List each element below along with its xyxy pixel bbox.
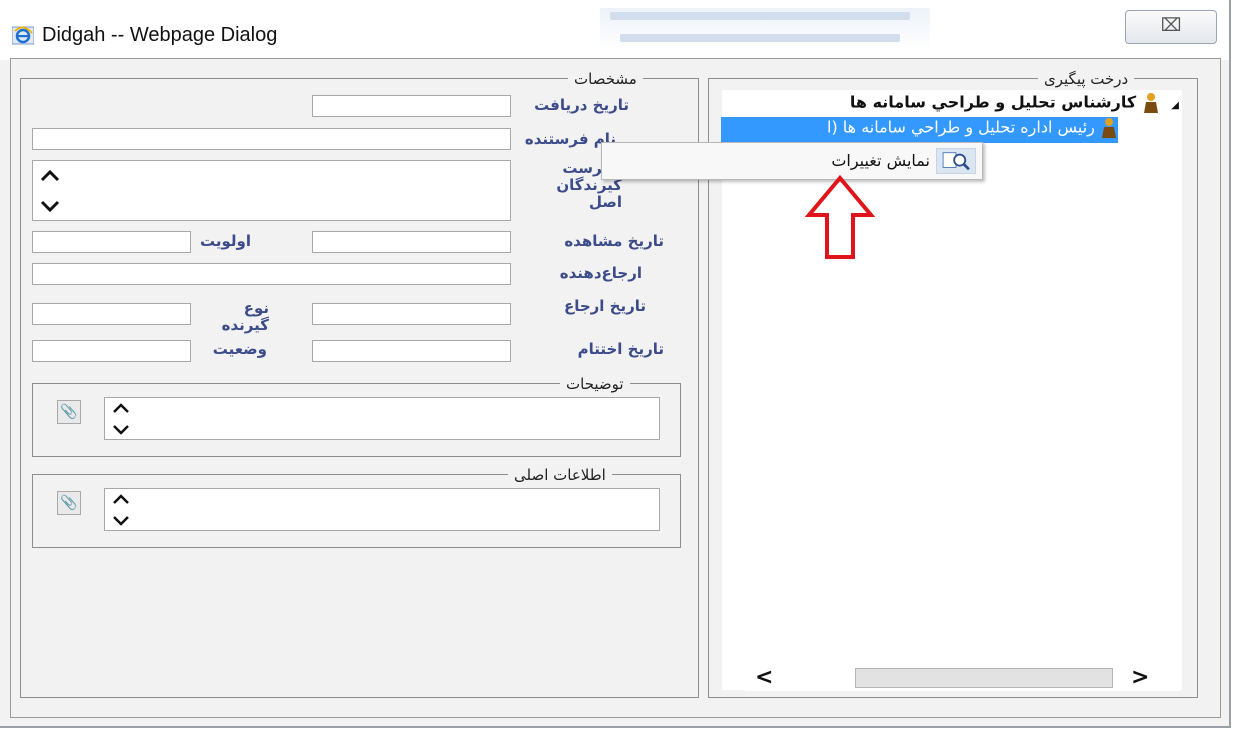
main-info-attachment-button[interactable]: 📎 — [57, 491, 81, 515]
recipient-type-field[interactable] — [32, 303, 191, 325]
context-menu: نمایش تغییرات — [601, 142, 983, 180]
red-arrow-icon — [805, 175, 875, 259]
window-title: Didgah -- Webpage Dialog — [42, 24, 278, 46]
details-legend: مشخصات — [568, 70, 643, 88]
priority-label: اولويت — [199, 232, 251, 250]
priority-field[interactable] — [32, 231, 191, 253]
internet-explorer-icon — [12, 26, 34, 45]
main-info-textarea[interactable] — [104, 488, 660, 531]
status-label: وضعيت — [212, 340, 267, 358]
webpage-dialog: Didgah -- Webpage Dialog ⌧ مشخصات تاريخ … — [0, 0, 1231, 728]
notes-legend: توضيحات — [560, 375, 630, 393]
received-date-field[interactable] — [312, 95, 511, 117]
view-date-field[interactable] — [312, 231, 511, 253]
notes-attachment-button[interactable]: 📎 — [57, 400, 81, 424]
magnifier-icon — [936, 148, 976, 174]
recipient-type-label: نوع گيرنده — [221, 299, 269, 334]
main-info-scroll-arrows-icon[interactable] — [109, 492, 133, 528]
main-info-legend: اطلاعات اصلی — [508, 466, 612, 484]
close-button[interactable]: ⌧ — [1125, 10, 1217, 44]
tree-expand-icon[interactable]: ◢ — [1171, 100, 1179, 111]
person-icon — [1143, 93, 1158, 113]
recipients-scroll-arrows-icon[interactable] — [38, 166, 62, 216]
show-changes-label: نمایش تغییرات — [831, 151, 930, 170]
paperclip-icon: 📎 — [60, 404, 78, 420]
close-icon: ⌧ — [1160, 15, 1182, 36]
tree-node-root-label: كارشناس تحليل و طراحي سامانه ها — [849, 92, 1137, 112]
close-date-label: تاريخ اختتام — [577, 340, 664, 358]
scrollbar-thumb[interactable] — [855, 668, 1113, 688]
referral-date-label: تاريخ ارجاع — [563, 297, 646, 315]
received-date-label: تاريخ دريافت — [534, 96, 629, 114]
title-bar: Didgah -- Webpage Dialog ⌧ — [0, 0, 1229, 60]
sender-name-field[interactable] — [32, 128, 511, 150]
scroll-left-icon[interactable]: < — [755, 665, 773, 690]
notes-scroll-arrows-icon[interactable] — [109, 401, 133, 437]
context-menu-show-changes[interactable]: نمایش تغییرات — [780, 146, 980, 176]
tree-node-child[interactable]: رئيس اداره تحليل و طراحي سامانه ها (ا — [721, 117, 1118, 143]
tree-horizontal-scrollbar[interactable]: < > — [745, 665, 1181, 691]
scroll-right-icon[interactable]: > — [1131, 665, 1149, 690]
tracking-tree-legend: درخت پیگیری — [1038, 70, 1135, 88]
status-field[interactable] — [32, 340, 191, 362]
paperclip-icon: 📎 — [60, 495, 78, 511]
background-window-blur — [600, 8, 930, 48]
referral-date-field[interactable] — [312, 303, 511, 325]
tracking-tree — [722, 90, 1182, 690]
recipients-list[interactable] — [32, 160, 511, 221]
referrer-field[interactable] — [32, 263, 511, 285]
referrer-label: ارجاع‌دهنده — [559, 264, 642, 282]
view-date-label: تاريخ مشاهده — [564, 232, 664, 250]
tree-node-root[interactable]: ◢ كارشناس تحليل و طراحي سامانه ها — [850, 92, 1179, 114]
close-date-field[interactable] — [312, 340, 511, 362]
person-icon — [1102, 118, 1116, 138]
notes-textarea[interactable] — [104, 397, 660, 440]
tree-node-child-label: رئيس اداره تحليل و طراحي سامانه ها (ا — [827, 117, 1095, 137]
